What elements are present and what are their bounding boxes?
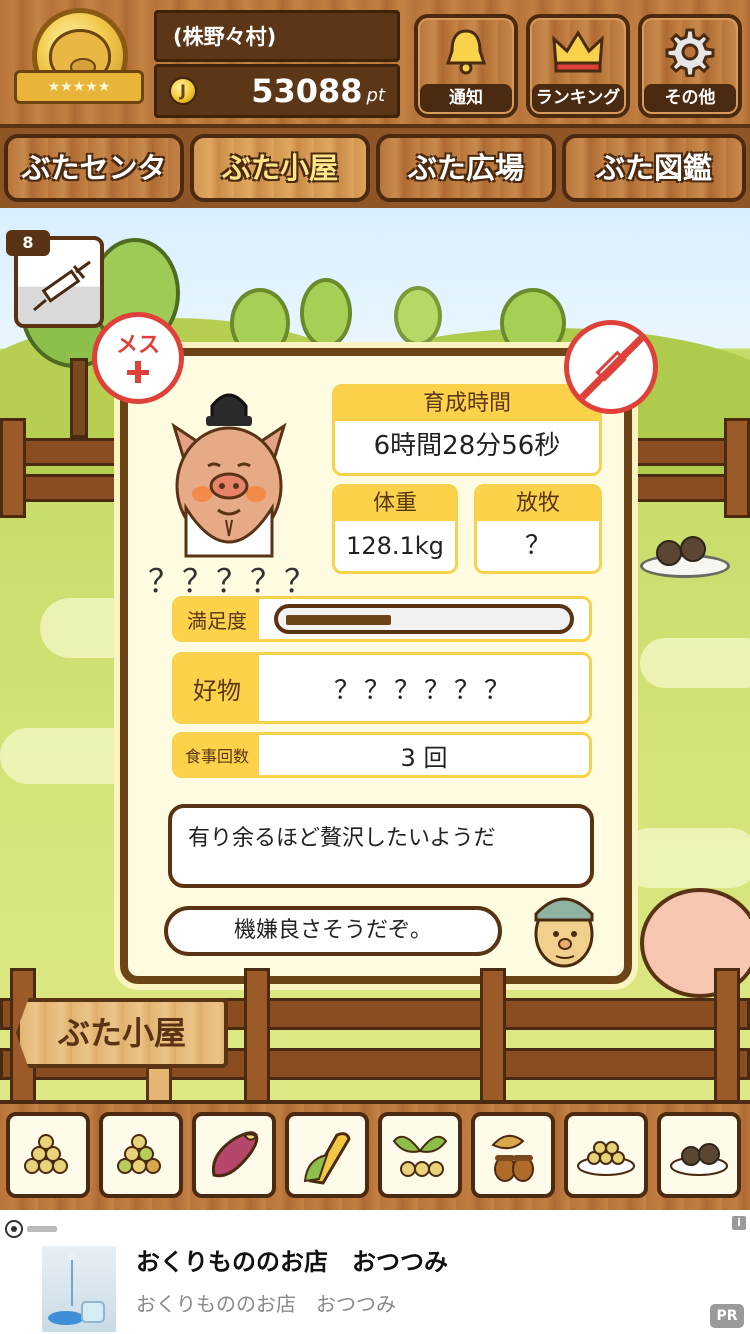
seeds-icon: [392, 1135, 448, 1177]
food-slot-acorn[interactable]: [471, 1112, 555, 1198]
fence-post: [480, 968, 506, 1108]
satisfaction-meter: [259, 599, 589, 639]
ad-title[interactable]: おくりもののお店 おつつみ: [136, 1242, 448, 1277]
fence-post: [0, 418, 26, 518]
syringe-count: 8: [6, 230, 50, 256]
ranking-button[interactable]: ランキング: [526, 14, 630, 118]
growth-time-label: 育成時間: [335, 387, 599, 421]
settings-label: その他: [644, 84, 736, 112]
food-slot-seeds[interactable]: [378, 1112, 462, 1198]
favorite-value: ？？？？？？: [333, 675, 514, 706]
growth-time-value: 6時間28分56秒: [373, 431, 561, 461]
acorn-icon: [491, 1134, 534, 1182]
crown-icon: [548, 26, 608, 78]
mixed-beans-icon: [117, 1134, 161, 1174]
village-name: (株野々村): [154, 10, 400, 62]
grazing-box: 放牧 ？: [474, 484, 602, 574]
grass-patch: [620, 828, 750, 888]
ad-pr-badge: PR: [710, 1304, 744, 1328]
yellow-beans-icon: [24, 1134, 68, 1174]
meal-count-row: 食事回数 3 回: [172, 732, 592, 778]
settings-button[interactable]: その他: [638, 14, 742, 118]
bean-plate-icon: [577, 1141, 635, 1176]
pig-status-card: ？？？？？ 育成時間 6時間28分56秒 体重 128.1kg 放牧 ？ 満足度: [120, 348, 632, 984]
food-slot-yellow-beans[interactable]: [6, 1112, 90, 1198]
bush: [394, 286, 442, 346]
satisfaction-fill: [286, 615, 391, 625]
favorite-food-row: 好物 ？？？？？？: [172, 652, 592, 724]
satisfaction-label: 満足度: [175, 599, 259, 639]
gear-icon: [660, 26, 720, 78]
corn-icon: [303, 1132, 351, 1185]
truffle-plate-icon: [670, 1143, 728, 1176]
weight-label: 体重: [335, 487, 455, 521]
female-symbol-icon: [127, 361, 149, 383]
main-tabs: ぶたセンター ぶた小屋 ぶた広場 ぶた図鑑: [0, 128, 750, 245]
ad-banner[interactable]: i おくりもののお店 おつつみ おくりもののお店 おつつみ PR: [0, 1212, 750, 1334]
truffle: [656, 540, 682, 566]
satisfaction-bar: [274, 604, 574, 634]
notification-label: 通知: [420, 84, 512, 112]
bell-icon: [436, 26, 496, 78]
grazing-value: ？: [524, 531, 551, 561]
medal-stars: ★★★★★: [14, 70, 144, 104]
player-rank-medal[interactable]: ★★★★★: [14, 8, 144, 116]
no-injection-badge: [564, 320, 658, 414]
coin-icon: J: [169, 77, 197, 105]
farmer-avatar: [534, 897, 594, 968]
notification-button[interactable]: 通知: [414, 14, 518, 118]
tab-pig-plaza[interactable]: ぶた広場: [376, 134, 556, 202]
pig-thought-bubble: 有り余るほど贅沢したいようだ: [168, 804, 594, 888]
farmer-speech-bubble: 機嫌良さそうだぞ。: [164, 906, 502, 956]
points-unit: pt: [366, 84, 385, 106]
bush: [300, 278, 352, 348]
barn-scene: 8 ？？？？？ 育成時間 6時間28分56秒 体重 128.1kg 放牧 ？ 満…: [0, 208, 750, 1210]
weight-value: 128.1kg: [346, 532, 444, 560]
fence-post: [724, 418, 750, 518]
header-bar: ★★★★★ (株野々村) J 53088 pt 通知 ランキング その他: [0, 0, 750, 128]
sweet-potato-icon: [211, 1131, 259, 1178]
food-tray: [0, 1100, 750, 1210]
favorite-label: 好物: [175, 655, 259, 721]
ad-subtitle: おくりもののお店 おつつみ: [136, 1292, 396, 1316]
ranking-label: ランキング: [532, 84, 624, 112]
meals-label: 食事回数: [175, 735, 259, 775]
pig-name: ？？？？？: [148, 562, 319, 600]
satisfaction-row: 満足度: [172, 596, 592, 642]
female-badge: メス: [92, 312, 184, 404]
fence-post: [244, 968, 270, 1108]
barn-signboard: ぶた小屋: [16, 998, 228, 1068]
pig-portrait[interactable]: [154, 386, 304, 568]
food-slot-sweet-potato[interactable]: [192, 1112, 276, 1198]
fence-post: [714, 968, 740, 1108]
ad-network-logo: [4, 1218, 60, 1240]
points-value: 53088: [251, 72, 363, 110]
grass-patch: [640, 638, 750, 688]
tree-trunk: [70, 358, 88, 438]
truffle: [680, 536, 706, 562]
tab-pig-barn[interactable]: ぶた小屋: [190, 134, 370, 202]
ad-info-icon[interactable]: i: [732, 1216, 746, 1230]
grazing-label: 放牧: [477, 487, 599, 521]
food-slot-mixed-beans[interactable]: [99, 1112, 183, 1198]
points-display: J 53088 pt: [154, 64, 400, 118]
syringe-icon: [33, 260, 91, 312]
weight-box: 体重 128.1kg: [332, 484, 458, 574]
meals-value: 3 回: [400, 743, 448, 772]
food-slot-corn[interactable]: [285, 1112, 369, 1198]
gender-label: メス: [115, 333, 160, 358]
ad-thumbnail[interactable]: [42, 1246, 116, 1332]
tab-pig-encyclopedia[interactable]: ぶた図鑑: [562, 134, 746, 202]
growth-time-box: 育成時間 6時間28分56秒: [332, 384, 602, 476]
food-slot-truffle-plate[interactable]: [657, 1112, 741, 1198]
tab-pig-center[interactable]: ぶたセンター: [4, 134, 184, 245]
food-slot-bean-plate[interactable]: [564, 1112, 648, 1198]
